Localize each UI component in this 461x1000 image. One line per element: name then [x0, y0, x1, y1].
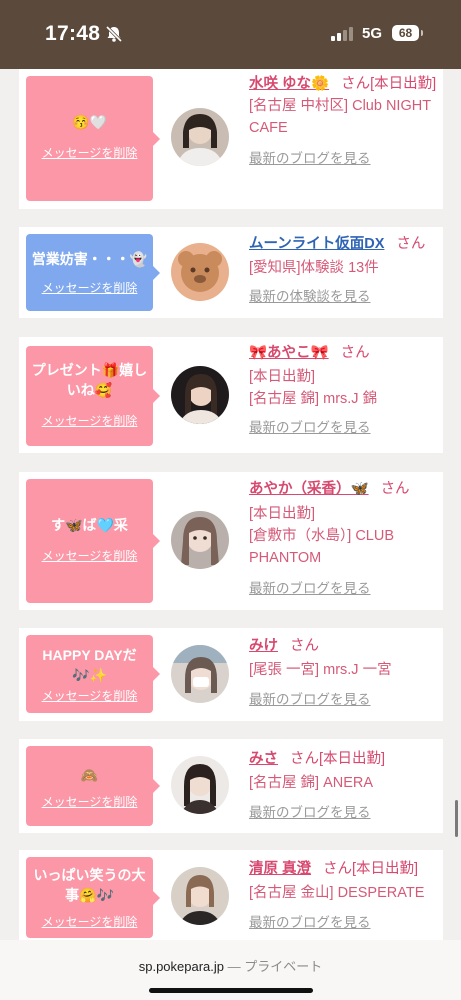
message-text: いっぱい笑うの大事🤗🎶	[33, 867, 146, 903]
attendance-tag: [本日出勤]	[370, 76, 437, 92]
attendance-tag: [本日出勤]	[352, 861, 419, 877]
attendance-tag: [本日出勤]	[249, 369, 316, 385]
user-info: 🎀あやこ🎀 さん [本日出勤] [名古屋 錦] mrs.J 錦 最新のブログを見る	[249, 342, 441, 436]
message-bubble: 😚🤍 メッセージを削除	[26, 76, 160, 201]
avatar[interactable]	[171, 243, 229, 301]
delete-message-link[interactable]: メッセージを削除	[26, 913, 153, 930]
user-name-link[interactable]: みさ	[249, 751, 278, 767]
message-text: 営業妨害・・・👻	[31, 251, 148, 267]
message-card: 😚🤍 メッセージを削除 水咲 ゆな🌼 さん[本日出勤] [名古屋 中村区] Clu…	[19, 69, 443, 209]
user-name-link[interactable]: 清原 真澄	[249, 861, 311, 877]
bell-off-icon	[104, 24, 124, 44]
message-card: 🙈 メッセージを削除 みさ さん[本日出勤] [名古屋 錦] ANERA 最新のブ…	[19, 739, 443, 833]
review-count: [愛知県]体験談 13件	[249, 260, 379, 276]
delete-message-link[interactable]: メッセージを削除	[26, 687, 153, 704]
private-mode-label: — プライベート	[227, 959, 323, 974]
shop-info: [名古屋 錦] ANERA	[249, 775, 374, 791]
message-card: 営業妨害・・・👻 メッセージを削除 ムーンライト仮面DX さん [愛知県]体験談 …	[19, 227, 443, 318]
signal-icon	[331, 27, 355, 41]
honorific: さん	[323, 861, 353, 877]
avatar[interactable]	[171, 756, 229, 814]
message-bubble: プレゼント🎁嬉しいね🥰 メッセージを削除	[26, 346, 160, 446]
message-bubble: 営業妨害・・・👻 メッセージを削除	[26, 234, 160, 311]
address-domain: sp.pokepara.jp	[138, 959, 225, 974]
user-name-link[interactable]: ムーンライト仮面DX	[249, 236, 384, 252]
delete-message-link[interactable]: メッセージを削除	[26, 412, 153, 429]
user-name-link[interactable]: みけ	[249, 638, 278, 654]
honorific: さん	[290, 751, 319, 767]
avatar[interactable]	[171, 366, 229, 424]
avatar[interactable]	[171, 867, 229, 925]
scroll-indicator[interactable]	[455, 800, 458, 837]
message-feed: 😚🤍 メッセージを削除 水咲 ゆな🌼 さん[本日出勤] [名古屋 中村区] Clu…	[0, 69, 461, 940]
user-info: みけ さん [尾張 一宮] mrs.J 一宮 最新のブログを見る	[249, 635, 441, 708]
user-info: 水咲 ゆな🌼 さん[本日出勤] [名古屋 中村区] Club NIGHT CAFE…	[249, 73, 441, 167]
shop-info: [倉敷市（水島）] CLUB PHANTOM	[249, 528, 395, 566]
message-bubble: 🙈 メッセージを削除	[26, 746, 160, 826]
delete-message-link[interactable]: メッセージを削除	[26, 793, 153, 810]
battery-tip	[421, 30, 423, 36]
message-text: HAPPY DAYだ🎶✨	[42, 647, 137, 683]
latest-blog-link[interactable]: 最新のブログを見る	[249, 801, 441, 821]
delete-message-link[interactable]: メッセージを削除	[26, 279, 153, 296]
message-card: す🦋ば🩵采 メッセージを削除 あやか（采香）🦋 さん [本日出勤] [倉敷市（水島…	[19, 472, 443, 610]
message-text: す🦋ば🩵采	[51, 517, 128, 533]
user-info: ムーンライト仮面DX さん [愛知県]体験談 13件 最新の体験談を見る	[249, 233, 441, 305]
latest-blog-link[interactable]: 最新のブログを見る	[249, 147, 441, 167]
user-info: みさ さん[本日出勤] [名古屋 錦] ANERA 最新のブログを見る	[249, 748, 441, 821]
latest-blog-link[interactable]: 最新のブログを見る	[249, 577, 441, 597]
home-indicator[interactable]	[149, 988, 313, 993]
user-name-link[interactable]: あやか（采香）🦋	[249, 481, 369, 497]
delete-message-link[interactable]: メッセージを削除	[26, 144, 153, 161]
attendance-tag: [本日出勤]	[249, 506, 316, 522]
avatar[interactable]	[171, 108, 229, 166]
shop-info: [名古屋 錦] mrs.J 錦	[249, 391, 378, 407]
honorific: さん	[290, 638, 319, 654]
message-bubble: す🦋ば🩵采 メッセージを削除	[26, 479, 160, 603]
user-info: 清原 真澄 さん[本日出勤] [名古屋 金山] DESPERATE 最新のブログを…	[249, 858, 441, 931]
attendance-tag: [本日出勤]	[319, 751, 386, 767]
honorific: さん	[340, 345, 370, 361]
user-name-link[interactable]: 🎀あやこ🎀	[249, 345, 329, 361]
latest-blog-link[interactable]: 最新のブログを見る	[249, 416, 441, 436]
user-info: あやか（采香）🦋 さん [本日出勤] [倉敷市（水島）] CLUB PHANTOM…	[249, 478, 441, 597]
status-time: 17:48	[45, 22, 101, 45]
latest-blog-link[interactable]: 最新のブログを見る	[249, 911, 441, 931]
message-card: プレゼント🎁嬉しいね🥰 メッセージを削除 🎀あやこ🎀 さん [本日出勤] [名古屋…	[19, 337, 443, 453]
shop-info: [尾張 一宮] mrs.J 一宮	[249, 662, 392, 678]
battery-icon: 68	[392, 25, 419, 41]
avatar[interactable]	[171, 645, 229, 703]
network-type: 5G	[362, 25, 383, 42]
user-name-link[interactable]: 水咲 ゆな🌼	[249, 76, 329, 92]
latest-blog-link[interactable]: 最新のブログを見る	[249, 688, 441, 708]
honorific: さん	[380, 481, 410, 497]
message-card: いっぱい笑うの大事🤗🎶 メッセージを削除 清原 真澄 さん[本日出勤] [名古屋 …	[19, 850, 443, 940]
delete-message-link[interactable]: メッセージを削除	[26, 547, 153, 564]
message-card: HAPPY DAYだ🎶✨ メッセージを削除 みけ さん [尾張 一宮] mrs.J…	[19, 628, 443, 721]
shop-info: [名古屋 中村区] Club NIGHT CAFE	[249, 98, 431, 136]
message-bubble: いっぱい笑うの大事🤗🎶 メッセージを削除	[26, 857, 160, 938]
latest-review-link[interactable]: 最新の体験談を見る	[249, 285, 441, 305]
message-text: 😚🤍	[72, 114, 107, 130]
honorific: さん	[396, 236, 426, 252]
message-text: 🙈	[80, 767, 99, 783]
message-text: プレゼント🎁嬉しいね🥰	[31, 362, 148, 398]
honorific: さん	[341, 76, 371, 92]
status-bar: 17:48 5G 68	[0, 0, 461, 69]
message-bubble: HAPPY DAYだ🎶✨ メッセージを削除	[26, 635, 160, 713]
avatar[interactable]	[171, 511, 229, 569]
shop-info: [名古屋 金山] DESPERATE	[249, 885, 425, 901]
address-text: sp.pokepara.jp — プライベート	[0, 956, 461, 975]
